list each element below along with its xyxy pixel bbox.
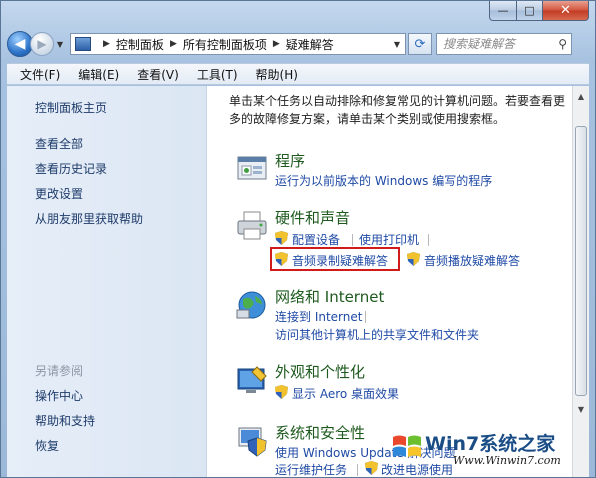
link-separator <box>352 234 353 246</box>
uac-shield-icon <box>407 252 420 266</box>
scroll-down-icon[interactable]: ▼ <box>573 401 589 417</box>
uac-shield-icon <box>275 385 288 399</box>
menu-tools[interactable]: 工具(T) <box>188 66 247 83</box>
link-audio-playback-troubleshooter[interactable]: 音频播放疑难解答 <box>424 252 520 269</box>
category-title-hardware-sound[interactable]: 硬件和声音 <box>275 207 350 228</box>
link-control-panel-home[interactable]: 控制面板主页 <box>35 99 107 116</box>
menu-bar: 文件(F) 编辑(E) 查看(V) 工具(T) 帮助(H) <box>7 63 589 85</box>
link-use-printer[interactable]: 使用打印机 <box>359 231 419 248</box>
breadcrumb-control-panel[interactable]: 控制面板 <box>116 36 164 53</box>
menu-edit[interactable]: 编辑(E) <box>69 66 128 83</box>
appearance-icon <box>237 366 267 393</box>
watermark-url: Www.Winwin7.com <box>453 454 561 467</box>
windows-logo-icon <box>393 435 421 457</box>
close-button[interactable]: ✕ <box>543 1 589 21</box>
link-separator <box>428 234 429 246</box>
link-separator <box>365 311 366 323</box>
address-dropdown-icon[interactable]: ▼ <box>389 34 405 54</box>
vertical-scrollbar[interactable]: ▲ ▼ <box>572 86 589 477</box>
maximize-button[interactable]: □ <box>517 1 543 21</box>
breadcrumb-all-items[interactable]: 所有控制面板项 <box>183 36 267 53</box>
printer-icon <box>237 211 267 240</box>
link-recovery[interactable]: 恢复 <box>35 437 59 454</box>
search-input[interactable] <box>443 37 551 51</box>
search-icon[interactable]: ⚲ <box>558 37 567 51</box>
see-also-heading: 另请参阅 <box>35 364 84 378</box>
link-change-settings[interactable]: 更改设置 <box>35 185 83 202</box>
uac-shield-icon <box>275 252 288 266</box>
control-panel-icon <box>75 37 91 51</box>
category-title-programs[interactable]: 程序 <box>275 150 305 171</box>
link-help-and-support[interactable]: 帮助和支持 <box>35 412 95 429</box>
task-pane: 控制面板主页 查看全部 查看历史记录 更改设置 从朋友那里获取帮助 另请参阅 操… <box>7 86 207 477</box>
category-title-network-internet[interactable]: 网络和 Internet <box>275 286 384 307</box>
refresh-icon: ⟳ <box>414 36 426 52</box>
link-view-history[interactable]: 查看历史记录 <box>35 160 107 177</box>
link-audio-recording-troubleshooter[interactable]: 音频录制疑难解答 <box>292 252 388 269</box>
address-bar[interactable]: ▶ 控制面板 ▶ 所有控制面板项 ▶ 疑难解答 ▼ <box>70 33 406 55</box>
category-title-system-security[interactable]: 系统和安全性 <box>275 422 365 443</box>
intro-text: 单击某个任务以自动排除和修复常见的计算机问题。若要查看更多的故障修复方案，请单击… <box>229 94 566 126</box>
link-view-all[interactable]: 查看全部 <box>35 135 83 152</box>
link-action-center[interactable]: 操作中心 <box>35 387 83 404</box>
category-title-appearance[interactable]: 外观和个性化 <box>275 361 365 382</box>
menu-file[interactable]: 文件(F) <box>11 66 69 83</box>
client-area: 控制面板主页 查看全部 查看历史记录 更改设置 从朋友那里获取帮助 另请参阅 操… <box>7 86 589 477</box>
uac-shield-icon <box>365 461 378 475</box>
link-run-older-programs[interactable]: 运行为以前版本的 Windows 编写的程序 <box>275 172 492 189</box>
scrollbar-thumb[interactable] <box>575 126 587 396</box>
link-get-help-from-friend[interactable]: 从朋友那里获取帮助 <box>35 210 143 227</box>
link-run-maintenance[interactable]: 运行维护任务 <box>275 461 347 477</box>
search-box[interactable]: ⚲ <box>436 33 572 55</box>
scroll-up-icon[interactable]: ▲ <box>573 88 589 104</box>
caption-buttons: — □ ✕ <box>489 1 589 21</box>
window-frame: — □ ✕ ◀ ▶ ▼ ▶ 控制面板 ▶ 所有控制面板项 ▶ 疑难解答 ▼ ⟳ … <box>0 0 596 478</box>
watermark-brand: Win7系统之家 <box>425 433 556 455</box>
menu-view[interactable]: 查看(V) <box>128 66 188 83</box>
network-globe-icon <box>236 291 266 319</box>
link-access-shared-files[interactable]: 访问其他计算机上的共享文件和文件夹 <box>275 326 479 343</box>
minimize-button[interactable]: — <box>489 1 517 21</box>
link-configure-device[interactable]: 配置设备 <box>292 231 340 248</box>
programs-icon <box>237 156 267 180</box>
recent-pages-dropdown[interactable]: ▼ <box>54 34 66 54</box>
content-pane: 单击某个任务以自动排除和修复常见的计算机问题。若要查看更多的故障修复方案，请单击… <box>207 86 589 477</box>
chevron-right-icon[interactable]: ▶ <box>103 39 110 49</box>
link-separator <box>357 464 358 476</box>
chevron-right-icon[interactable]: ▶ <box>273 39 280 49</box>
link-connect-to-internet[interactable]: 连接到 Internet <box>275 308 362 325</box>
chevron-right-icon[interactable]: ▶ <box>170 39 177 49</box>
watermark: Win7系统之家 Www.Winwin7.com <box>391 429 591 471</box>
navigation-bar: ◀ ▶ ▼ ▶ 控制面板 ▶ 所有控制面板项 ▶ 疑难解答 ▼ ⟳ ⚲ <box>7 29 589 59</box>
forward-button[interactable]: ▶ <box>30 32 54 56</box>
uac-shield-icon <box>275 231 288 245</box>
breadcrumb-troubleshooting[interactable]: 疑难解答 <box>286 36 334 53</box>
menu-help[interactable]: 帮助(H) <box>247 66 307 83</box>
link-show-aero-effects[interactable]: 显示 Aero 桌面效果 <box>292 385 399 402</box>
system-security-icon <box>238 427 267 457</box>
refresh-button[interactable]: ⟳ <box>408 33 432 55</box>
